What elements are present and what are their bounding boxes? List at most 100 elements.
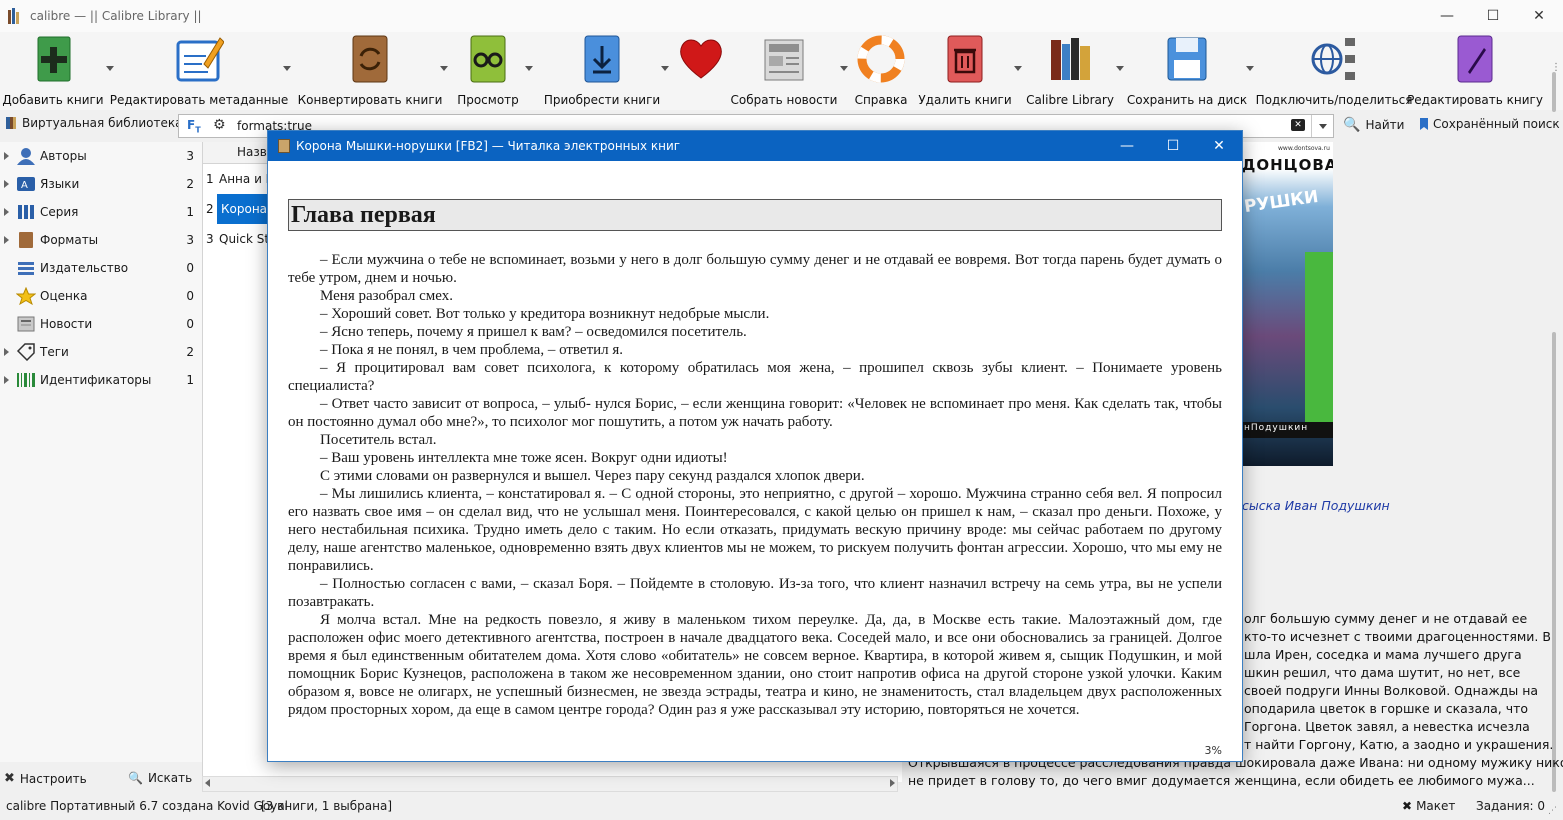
- main-toolbar: Добавить книги Редактировать метаданные …: [0, 32, 1563, 110]
- book-content[interactable]: Глава первая – Если мужчина о тебе не вс…: [288, 199, 1222, 719]
- edit-book-button[interactable]: Редактировать книгу: [1407, 34, 1543, 108]
- get-books-dropdown-icon[interactable]: [661, 66, 669, 71]
- horizontal-scrollbar[interactable]: [202, 776, 898, 792]
- remove-books-button[interactable]: Удалить книги: [918, 34, 1012, 108]
- wrench-icon: ✖: [1402, 799, 1413, 813]
- paragraph: – Я процитировал вам совет психолога, к …: [288, 360, 1222, 394]
- expand-icon[interactable]: [4, 348, 10, 356]
- paragraph: Я молча встал. Мне на редкость повезло, …: [288, 612, 1222, 718]
- tag-category-languages[interactable]: A Языки 2: [0, 172, 202, 196]
- paragraph: – Мы лишились клиента, – констатировал я…: [288, 486, 1222, 574]
- status-bar: calibre Портативный 6.7 создана Kovid Go…: [0, 794, 1563, 820]
- language-icon: A: [16, 175, 36, 193]
- lifebuoy-icon: [856, 34, 906, 84]
- save-dropdown-icon[interactable]: [1246, 66, 1254, 71]
- tag-category-series[interactable]: Серия 1: [0, 200, 202, 224]
- ebook-viewer-window: Корона Мышки-норушки [FB2] — Читалка эле…: [267, 130, 1243, 762]
- connect-share-button[interactable]: Подключить/поделиться: [1256, 34, 1412, 108]
- convert-dropdown-icon[interactable]: [440, 66, 448, 71]
- viewer-minimize-icon[interactable]: —: [1104, 131, 1150, 161]
- chapter-text: – Если мужчина о тебе не вспоминает, воз…: [288, 251, 1222, 719]
- expand-icon[interactable]: [4, 180, 10, 188]
- book-cover[interactable]: www.dontsova.ru ДОНЦОВА РУШКИ нПодушкин: [1242, 142, 1333, 466]
- viewer-maximize-icon[interactable]: ☐: [1150, 131, 1196, 161]
- series-link[interactable]: сыска Иван Подушкин: [1242, 498, 1390, 513]
- viewer-title: Корона Мышки-норушки [FB2] — Читалка эле…: [296, 139, 681, 153]
- heart-icon: [676, 34, 726, 84]
- edit-metadata-icon: [174, 34, 225, 84]
- paragraph: – Хороший совет. Вот только у кредитора …: [320, 306, 770, 322]
- paragraph: С этими словами он развернулся и вышел. …: [320, 468, 865, 484]
- paragraph: – Пока я не понял, в чем проблема, – отв…: [320, 342, 624, 358]
- tag-find-button[interactable]: 🔍 Искать: [128, 771, 192, 785]
- donate-button[interactable]: [676, 34, 726, 108]
- library-icon: [6, 117, 16, 129]
- maximize-icon[interactable]: ☐: [1470, 0, 1516, 32]
- paragraph: – Если мужчина о тебе не вспоминает, воз…: [288, 252, 1222, 286]
- minimize-icon[interactable]: —: [1424, 0, 1470, 32]
- star-icon: [15, 286, 37, 306]
- search-history-dropdown-icon[interactable]: [1311, 115, 1333, 137]
- view-button[interactable]: Просмотр: [457, 34, 519, 108]
- tag-category-tags[interactable]: Теги 2: [0, 340, 202, 364]
- tag-category-formats[interactable]: Форматы 3: [0, 228, 202, 252]
- save-to-disk-button[interactable]: Сохранить на диск: [1127, 34, 1247, 108]
- virtual-library-button[interactable]: Виртуальная библиотека: [6, 116, 182, 130]
- clear-search-icon[interactable]: ✕: [1291, 119, 1305, 131]
- tag-browser: Авторы 3 A Языки 2 Серия 1 Форматы 3 Изд…: [0, 142, 202, 762]
- fetch-news-button[interactable]: Собрать новости: [731, 34, 837, 108]
- full-text-search-icon[interactable]: FT: [187, 118, 201, 134]
- expand-icon[interactable]: [4, 376, 10, 384]
- view-book-icon: [463, 34, 513, 84]
- paragraph: Меня разобрал смех.: [320, 288, 453, 304]
- view-dropdown-icon[interactable]: [525, 66, 533, 71]
- main-titlebar: calibre — || Calibre Library || — ☐ ✕: [0, 0, 1563, 32]
- scroll-left-icon[interactable]: [205, 779, 210, 787]
- layout-button[interactable]: ✖ Макет: [1402, 799, 1455, 813]
- help-button[interactable]: Справка: [855, 34, 907, 108]
- get-books-button[interactable]: Приобрести книги: [544, 34, 660, 108]
- close-icon[interactable]: ✕: [1516, 0, 1562, 32]
- expand-icon[interactable]: [4, 208, 10, 216]
- barcode-icon: [16, 371, 36, 389]
- edit-metadata-button[interactable]: Редактировать метаданные: [110, 34, 288, 108]
- tag-category-authors[interactable]: Авторы 3: [0, 144, 202, 168]
- tag-category-rating[interactable]: Оценка 0: [0, 284, 202, 308]
- publisher-icon: [16, 259, 36, 277]
- viewer-close-icon[interactable]: ✕: [1196, 131, 1242, 161]
- library-books-icon: [1045, 34, 1095, 84]
- gear-icon[interactable]: ⚙: [213, 117, 226, 133]
- add-books-button[interactable]: Добавить книги: [2, 34, 104, 108]
- add-books-dropdown-icon[interactable]: [106, 66, 114, 71]
- calibre-library-button[interactable]: Calibre Library: [1026, 34, 1114, 108]
- find-button[interactable]: 🔍 Найти: [1343, 117, 1404, 133]
- remove-books-icon: [940, 34, 990, 84]
- jobs-indicator[interactable]: Задания: 0: [1476, 799, 1545, 813]
- chapter-heading: Глава первая: [288, 199, 1222, 231]
- get-books-icon: [577, 34, 627, 84]
- expand-icon[interactable]: [4, 236, 10, 244]
- tag-category-identifiers[interactable]: Идентификаторы 1: [0, 368, 202, 392]
- library-dropdown-icon[interactable]: [1116, 66, 1124, 71]
- tag-category-news[interactable]: Новости 0: [0, 312, 202, 336]
- edit-metadata-dropdown-icon[interactable]: [283, 66, 291, 71]
- convert-books-button[interactable]: Конвертировать книги: [298, 34, 442, 108]
- expand-icon[interactable]: [4, 152, 10, 160]
- viewer-app-icon: [278, 139, 290, 153]
- remove-dropdown-icon[interactable]: [1014, 66, 1022, 71]
- reading-progress: 3%: [1204, 744, 1222, 757]
- tag-category-publisher[interactable]: Издательство 0: [0, 256, 202, 280]
- paragraph: – Ответ часто зависит от вопроса, – улыб…: [288, 396, 1222, 430]
- scroll-right-icon[interactable]: [890, 779, 895, 787]
- paragraph: – Ясно теперь, почему я пришел к вам? – …: [320, 324, 747, 340]
- paragraph: – Ваш уровень интеллекта мне тоже ясен. …: [320, 450, 728, 466]
- vertical-scrollbar[interactable]: [1549, 72, 1561, 792]
- calibre-app-icon: [8, 8, 22, 24]
- saved-search-button[interactable]: Сохранённый поиск: [1420, 117, 1560, 131]
- configure-button[interactable]: ✖ Настроить: [4, 771, 87, 786]
- tag-icon: [16, 343, 36, 362]
- wrench-icon: ✖: [4, 771, 15, 786]
- news-dropdown-icon[interactable]: [840, 66, 848, 71]
- resize-grip-icon[interactable]: ⋰: [1548, 806, 1557, 816]
- search-icon: 🔍: [1343, 117, 1361, 133]
